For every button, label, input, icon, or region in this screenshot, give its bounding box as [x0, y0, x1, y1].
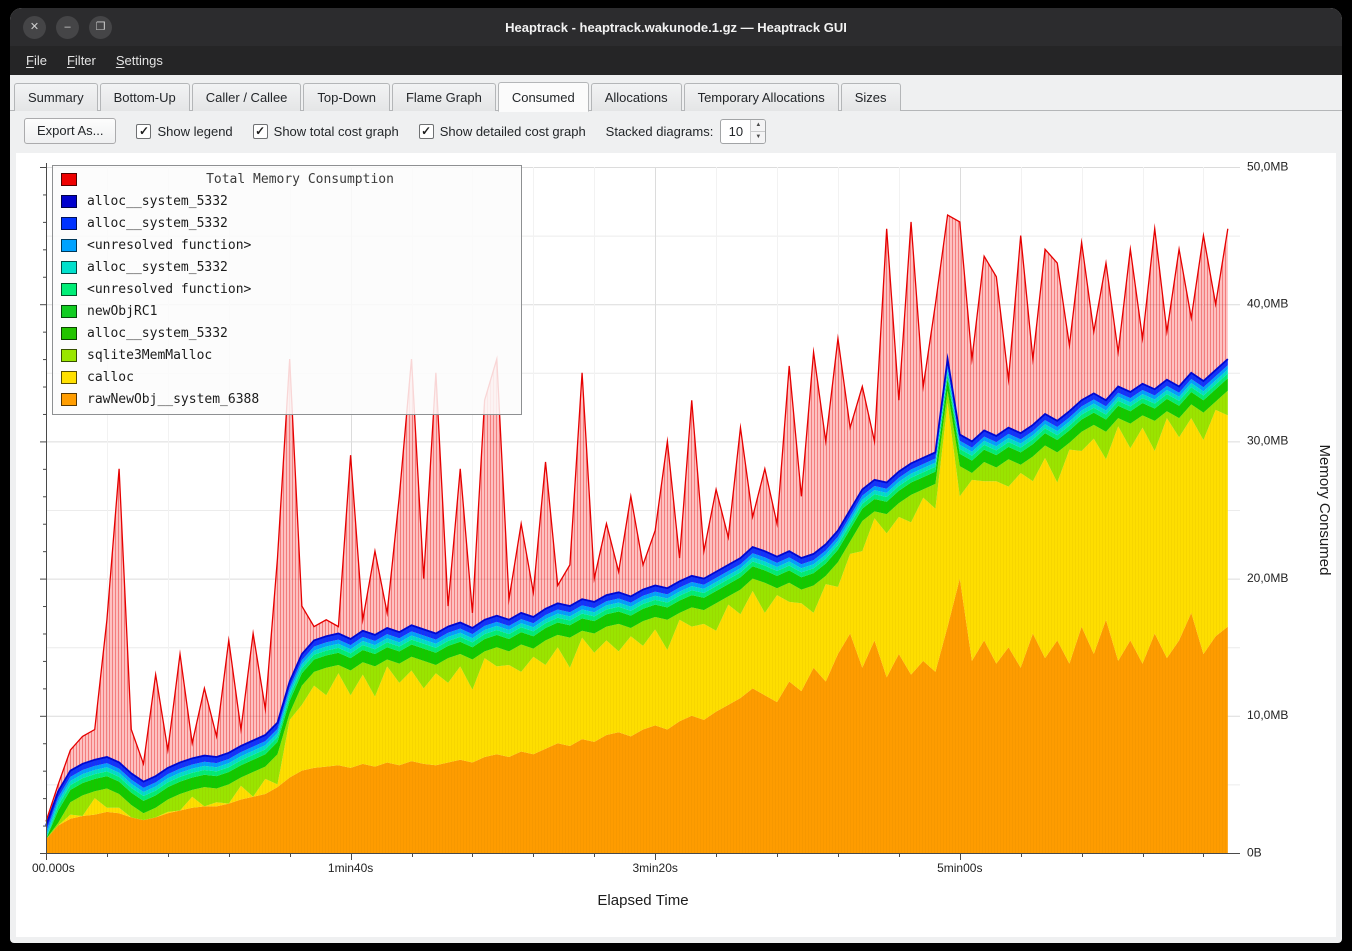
- window-title: Heaptrack - heaptrack.wakunode.1.gz — He…: [505, 20, 847, 35]
- tab-temporary-allocations[interactable]: Temporary Allocations: [684, 83, 839, 111]
- legend-swatch: [61, 371, 77, 384]
- legend-item: newObjRC1: [58, 300, 516, 322]
- menu-file[interactable]: File: [16, 49, 57, 72]
- legend-label: <unresolved function>: [87, 282, 251, 297]
- legend-label: rawNewObj__system_6388: [87, 392, 259, 407]
- checkbox-check-icon: ✓: [419, 124, 434, 139]
- menubar: FileFilterSettings: [10, 46, 1342, 75]
- legend-swatch: [61, 305, 77, 318]
- checkbox-show-detailed-cost-graph[interactable]: ✓ Show detailed cost graph: [419, 124, 586, 139]
- tab-flame-graph[interactable]: Flame Graph: [392, 83, 496, 111]
- legend-swatch: [61, 239, 77, 252]
- checkbox-label: Show legend: [157, 124, 232, 139]
- legend-item: <unresolved function>: [58, 278, 516, 300]
- legend-swatch: [61, 261, 77, 274]
- checkbox-check-icon: ✓: [253, 124, 268, 139]
- checkbox-label: Show total cost graph: [274, 124, 399, 139]
- legend-label: Total Memory Consumption: [87, 172, 513, 187]
- export-as-button[interactable]: Export As...: [24, 118, 116, 144]
- tab-allocations[interactable]: Allocations: [591, 83, 682, 111]
- tab-top-down[interactable]: Top-Down: [303, 83, 390, 111]
- checkbox-check-icon: ✓: [136, 124, 151, 139]
- legend-swatch: [61, 217, 77, 230]
- spin-buttons: ▲ ▼: [750, 120, 765, 143]
- titlebar: ✕ – ❐ Heaptrack - heaptrack.wakunode.1.g…: [10, 8, 1342, 46]
- legend-swatch: [61, 173, 77, 186]
- legend-label: alloc__system_5332: [87, 194, 228, 209]
- stacked-diagrams-spinbox[interactable]: 10 ▲ ▼: [720, 119, 766, 144]
- tab-bar: SummaryBottom-UpCaller / CalleeTop-DownF…: [10, 75, 1342, 111]
- legend-item: <unresolved function>: [58, 234, 516, 256]
- window-controls: ✕ – ❐: [23, 8, 112, 46]
- checkbox-show-legend[interactable]: ✓ Show legend: [136, 124, 232, 139]
- chart-legend: Total Memory Consumption alloc__system_53…: [52, 165, 522, 415]
- legend-swatch: [61, 327, 77, 340]
- maximize-button[interactable]: ❐: [89, 16, 112, 39]
- legend-label: calloc: [87, 370, 134, 385]
- menu-settings[interactable]: Settings: [106, 49, 173, 72]
- stacked-diagrams-control: Stacked diagrams: 10 ▲ ▼: [606, 119, 767, 144]
- legend-item: alloc__system_5332: [58, 322, 516, 344]
- legend-swatch: [61, 349, 77, 362]
- legend-swatch: [61, 283, 77, 296]
- stacked-diagrams-value: 10: [721, 120, 750, 143]
- legend-label: sqlite3MemMalloc: [87, 348, 212, 363]
- close-button[interactable]: ✕: [23, 16, 46, 39]
- legend-item: rawNewObj__system_6388: [58, 388, 516, 410]
- legend-label: alloc__system_5332: [87, 216, 228, 231]
- legend-item: alloc__system_5332: [58, 212, 516, 234]
- legend-swatch: [61, 195, 77, 208]
- legend-label: alloc__system_5332: [87, 260, 228, 275]
- stacked-diagrams-label: Stacked diagrams:: [606, 124, 714, 139]
- app-window: ✕ – ❐ Heaptrack - heaptrack.wakunode.1.g…: [10, 8, 1342, 943]
- legend-item: alloc__system_5332: [58, 190, 516, 212]
- legend-item: sqlite3MemMalloc: [58, 344, 516, 366]
- spin-up-button[interactable]: ▲: [751, 120, 765, 132]
- legend-label: <unresolved function>: [87, 238, 251, 253]
- menu-filter[interactable]: Filter: [57, 49, 106, 72]
- legend-swatch: [61, 393, 77, 406]
- tab-summary[interactable]: Summary: [14, 83, 98, 111]
- tab-sizes[interactable]: Sizes: [841, 83, 901, 111]
- tab-bottom-up[interactable]: Bottom-Up: [100, 83, 190, 111]
- checkbox-label: Show detailed cost graph: [440, 124, 586, 139]
- legend-label: newObjRC1: [87, 304, 157, 319]
- chart-area: Total Memory Consumption alloc__system_53…: [16, 153, 1336, 937]
- legend-label: alloc__system_5332: [87, 326, 228, 341]
- minimize-button[interactable]: –: [56, 16, 79, 39]
- tab-caller-callee[interactable]: Caller / Callee: [192, 83, 302, 111]
- legend-item: calloc: [58, 366, 516, 388]
- toolbar: Export As... ✓ Show legend ✓ Show total cos…: [10, 111, 1342, 151]
- legend-title-row: Total Memory Consumption: [58, 168, 516, 190]
- checkbox-show-total-cost-graph[interactable]: ✓ Show total cost graph: [253, 124, 399, 139]
- spin-down-button[interactable]: ▼: [751, 132, 765, 143]
- tab-consumed[interactable]: Consumed: [498, 82, 589, 112]
- legend-item: alloc__system_5332: [58, 256, 516, 278]
- minimize-icon: –: [64, 22, 70, 33]
- maximize-icon: ❐: [96, 22, 106, 33]
- toolbar-checkboxes: ✓ Show legend ✓ Show total cost graph ✓ Show …: [136, 124, 585, 139]
- close-icon: ✕: [30, 22, 39, 33]
